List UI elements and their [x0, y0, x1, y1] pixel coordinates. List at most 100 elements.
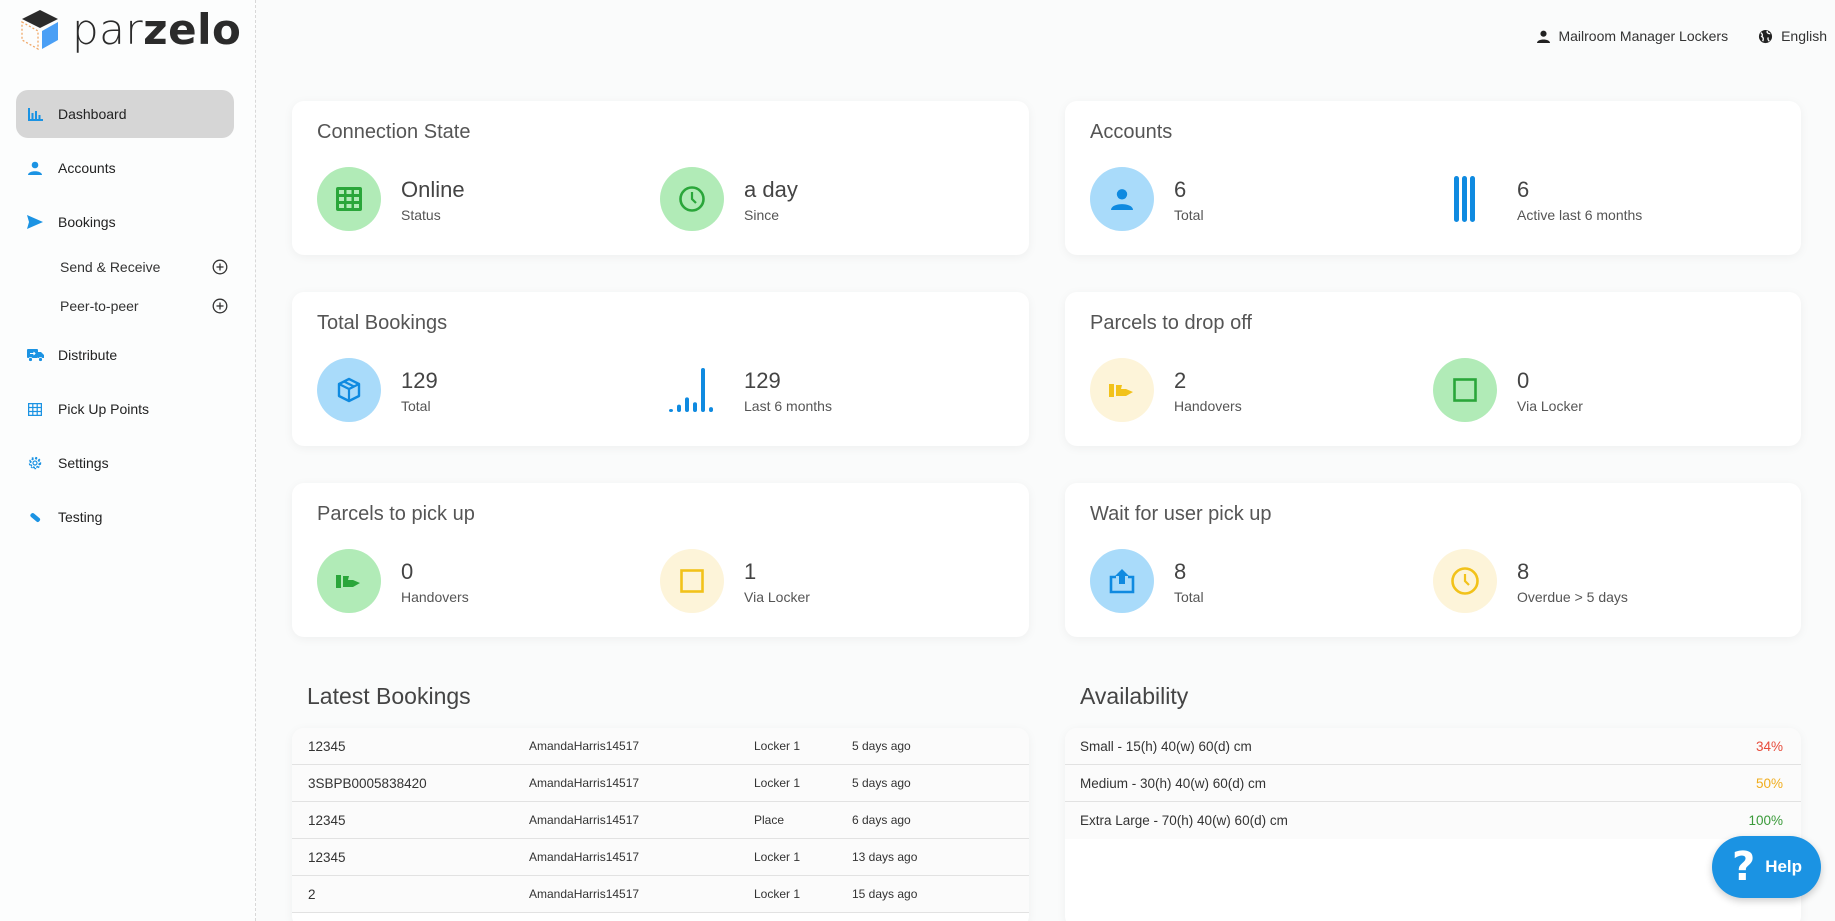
grid-icon [26, 400, 44, 418]
language-selector[interactable]: English [1758, 28, 1827, 44]
stat-value: a day [744, 176, 798, 204]
parzelo-cube-icon [20, 8, 60, 52]
add-circle-icon[interactable] [212, 259, 228, 275]
sidebar-subitem-send-receive[interactable]: Send & Receive [60, 253, 234, 281]
booking-time: 6 days ago [852, 813, 911, 827]
stat-value: 8 [1517, 558, 1628, 586]
stat-wait-total: 8 Total [1090, 549, 1204, 613]
sidebar: parzelo Dashboard Accounts Bookings Send… [0, 0, 256, 921]
clock-icon-circle [1433, 549, 1497, 613]
latest-bookings-table: 12345AmandaHarris14517Locker 15 days ago… [292, 728, 1029, 921]
latest-bookings-title: Latest Bookings [307, 683, 471, 710]
card-title: Wait for user pick up [1090, 503, 1272, 526]
wait-for-pickup-card: Wait for user pick up 8 Total 8 Overdue … [1065, 483, 1801, 637]
booking-location: Locker 1 [754, 887, 800, 901]
card-title: Accounts [1090, 121, 1172, 144]
language-label: English [1781, 28, 1827, 44]
upload-icon-circle [1090, 549, 1154, 613]
total-bookings-card: Total Bookings 129 Total 129 Last 6 mont… [292, 292, 1029, 446]
sidebar-item-accounts[interactable]: Accounts [16, 144, 234, 192]
sidebar-item-distribute[interactable]: Distribute [16, 331, 234, 379]
booking-user: AmandaHarris14517 [529, 776, 639, 790]
stat-accounts-total: 6 Total [1090, 167, 1204, 231]
stat-label: Via Locker [1517, 398, 1583, 414]
person-icon [26, 159, 44, 177]
connection-state-card: Connection State Online Status a day Sin… [292, 101, 1029, 255]
booking-user: AmandaHarris14517 [529, 887, 639, 901]
card-title: Connection State [317, 121, 470, 144]
stat-label: Total [1174, 207, 1204, 223]
card-title: Total Bookings [317, 312, 447, 335]
logo[interactable]: parzelo [20, 8, 241, 52]
add-circle-icon[interactable] [212, 298, 228, 314]
sidebar-subitem-peer-to-peer[interactable]: Peer-to-peer [60, 292, 234, 320]
table-row[interactable]: 12345AmandaHarris14517Locker 15 days ago [292, 728, 1029, 765]
booking-location: Locker 1 [754, 776, 800, 790]
table-row[interactable]: 12345AmandaHarris14517Locker 113 days ag… [292, 839, 1029, 876]
availability-percent: 100% [1748, 813, 1783, 828]
help-button[interactable]: ? Help [1712, 836, 1821, 898]
sparkline-bar [693, 402, 697, 412]
compartment-size-label: Medium - 30(h) 40(w) 60(d) cm [1080, 776, 1266, 791]
stat-label: Handovers [1174, 398, 1242, 414]
booking-user: AmandaHarris14517 [529, 739, 639, 753]
sidebar-item-pick-up-points[interactable]: Pick Up Points [16, 385, 234, 433]
booking-user: AmandaHarris14517 [529, 850, 639, 864]
stat-label: Handovers [401, 589, 469, 605]
availability-title: Availability [1080, 683, 1188, 710]
stat-value: 0 [401, 558, 469, 586]
stat-label: Via Locker [744, 589, 810, 605]
stat-value: 6 [1174, 176, 1204, 204]
availability-row: Medium - 30(h) 40(w) 60(d) cm50% [1065, 765, 1801, 802]
stat-value: 129 [401, 367, 438, 395]
stat-label: Total [401, 398, 438, 414]
hand-icon [336, 573, 362, 589]
booking-time: 5 days ago [852, 776, 911, 790]
upload-icon [1108, 568, 1136, 594]
clock-icon [1450, 566, 1480, 596]
booking-location: Locker 1 [754, 739, 800, 753]
locker-icon [1453, 378, 1477, 402]
compartment-size-label: Extra Large - 70(h) 40(w) 60(d) cm [1080, 813, 1288, 828]
user-menu[interactable]: Mailroom Manager Lockers [1537, 28, 1728, 44]
sidebar-item-testing[interactable]: Testing [16, 493, 234, 541]
handover-icon-circle [1090, 358, 1154, 422]
sidebar-subitem-label: Peer-to-peer [60, 298, 139, 314]
grid-icon [336, 187, 362, 211]
stat-dropoff-handovers: 2 Handovers [1090, 358, 1242, 422]
help-label: Help [1765, 857, 1802, 877]
stat-dropoff-locker: 0 Via Locker [1433, 358, 1583, 422]
card-title: Parcels to pick up [317, 503, 475, 526]
table-row[interactable]: 12345AmandaHarris14517Place6 days ago [292, 802, 1029, 839]
stat-label: Overdue > 5 days [1517, 589, 1628, 605]
table-row[interactable]: 3SBPB0005838420 AmandaHarris14517 Locker 1… [292, 765, 1029, 802]
booking-id: 3SBPB0005838420 [308, 776, 427, 791]
availability-row: Small - 15(h) 40(w) 60(d) cm34% [1065, 728, 1801, 765]
sidebar-item-bookings[interactable]: Bookings [16, 198, 234, 246]
send-icon [26, 213, 44, 231]
stat-wait-overdue: 8 Overdue > 5 days [1433, 549, 1628, 613]
stat-label: Since [744, 207, 798, 223]
since-icon-circle [660, 167, 724, 231]
sparkline-bar [709, 407, 713, 412]
question-icon: ? [1732, 844, 1755, 890]
stat-label: Last 6 months [744, 398, 832, 414]
parcels-pick-up-card: Parcels to pick up 0 Handovers 1 Via Loc… [292, 483, 1029, 637]
stat-pickup-locker: 1 Via Locker [660, 549, 810, 613]
package-icon [336, 377, 362, 403]
stat-label: Active last 6 months [1517, 207, 1642, 223]
availability-panel: Small - 15(h) 40(w) 60(d) cm34%Medium - … [1065, 728, 1801, 921]
globe-icon [1758, 29, 1773, 44]
sidebar-item-dashboard[interactable]: Dashboard [16, 90, 234, 138]
sidebar-item-label: Settings [58, 455, 109, 471]
sparkline-wrap [660, 358, 724, 422]
sparkline-bar [669, 409, 673, 412]
stat-pickup-handovers: 0 Handovers [317, 549, 469, 613]
stat-value: 8 [1174, 558, 1204, 586]
person-icon [1111, 188, 1133, 210]
table-row[interactable]: 2AmandaHarris14517Locker 115 days ago [292, 876, 1029, 913]
sidebar-item-label: Bookings [58, 214, 116, 230]
stat-label: Total [1174, 589, 1204, 605]
sidebar-item-settings[interactable]: Settings [16, 439, 234, 487]
truck-icon [26, 346, 44, 364]
